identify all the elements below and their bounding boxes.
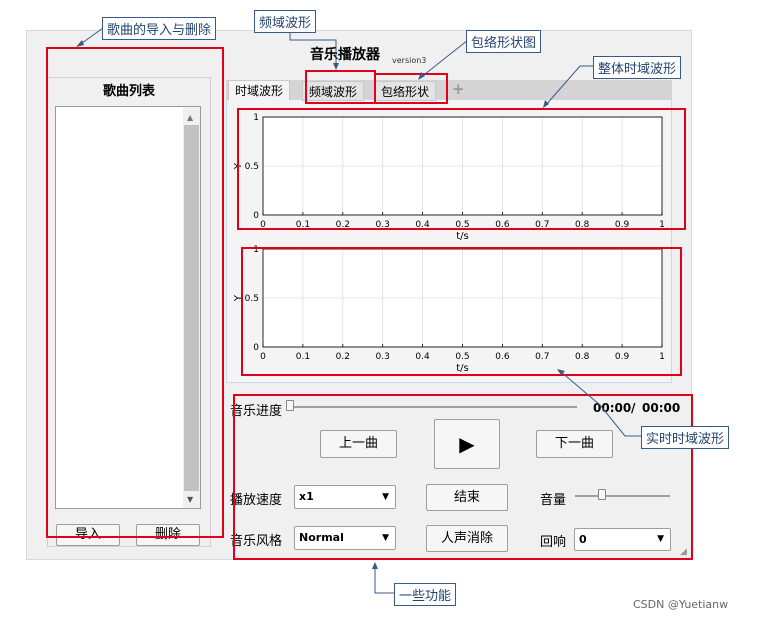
callout-envelope: 包络形状图	[466, 30, 542, 53]
watermark: CSDN @Yuetianw	[633, 598, 729, 611]
callout-functions: 一些功能	[394, 583, 457, 606]
callout-freq-wave: 频域波形	[254, 10, 317, 33]
annotation-arrows	[76, 27, 641, 594]
callout-song-import-delete: 歌曲的导入与删除	[102, 17, 217, 40]
callout-realtime-wave: 实时时域波形	[641, 426, 730, 449]
callout-overall-wave: 整体时域波形	[593, 56, 682, 79]
